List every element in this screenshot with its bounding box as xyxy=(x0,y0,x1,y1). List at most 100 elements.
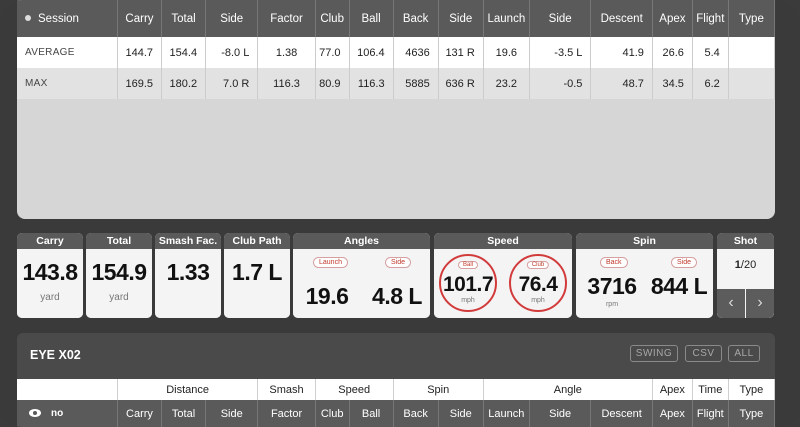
header-carry: Carry xyxy=(117,0,163,37)
ball-speed-ring: Ball 101.7 mph xyxy=(439,254,497,312)
back-pill: Back xyxy=(600,257,628,268)
header-club: Club xyxy=(315,0,350,37)
csv-button[interactable]: CSV xyxy=(685,345,722,362)
col-descent: Descent xyxy=(590,400,653,427)
group-header-row: Distance Smash Speed Spin Angle Apex Tim… xyxy=(17,379,775,400)
sub-header-row: no Carry Total Side Factor Club Ball Bac… xyxy=(17,400,775,427)
stats-row-average: AVERAGE 144.7 154.4 -8.0 L 1.38 77.0 106… xyxy=(17,37,775,68)
col-carry: Carry xyxy=(117,400,163,427)
shot-counter: 1/20 xyxy=(717,249,774,271)
table-cell: -3.5 L xyxy=(529,37,592,68)
launch-angle-value: 19.6 xyxy=(305,283,349,309)
table-cell: 77.0 xyxy=(315,37,350,68)
stats-row-max: MAX 169.5 180.2 7.0 R 116.3 80.9 116.3 5… xyxy=(17,68,775,99)
header-type: Type xyxy=(728,0,775,37)
row-label: AVERAGE xyxy=(17,37,118,68)
table-cell xyxy=(728,68,775,99)
col-launch: Launch xyxy=(483,400,530,427)
header-total: Total xyxy=(161,0,207,37)
side-spin-value: 844 L xyxy=(650,273,708,299)
col-angle-side: Side xyxy=(529,400,592,427)
card-carry: Carry 143.8 yard xyxy=(17,233,83,318)
group-smash: Smash xyxy=(257,379,316,400)
back-spin-unit: rpm xyxy=(605,301,619,308)
shots-table: Distance Smash Speed Spin Angle Apex Tim… xyxy=(17,379,775,427)
shot-total: /20 xyxy=(740,259,757,271)
table-cell: 169.5 xyxy=(117,68,163,99)
table-cell: 4636 xyxy=(393,37,439,68)
col-total: Total xyxy=(161,400,207,427)
club-speed-value: 76.4 xyxy=(518,273,558,296)
swing-button[interactable]: SWING xyxy=(630,345,678,362)
chevron-left-icon: ‹ xyxy=(728,294,734,311)
carry-value: 143.8 xyxy=(22,259,78,285)
header-spin-side: Side xyxy=(438,0,484,37)
card-spin: Spin Back Side 3716 rpm 844 L xyxy=(576,233,713,318)
group-type: Type xyxy=(728,379,775,400)
dot-icon xyxy=(25,15,31,22)
header-launch: Launch xyxy=(483,0,530,37)
col-ball: Ball xyxy=(349,400,394,427)
table-cell: 41.9 xyxy=(590,37,653,68)
header-factor: Factor xyxy=(257,0,316,37)
col-type: Type xyxy=(728,400,775,427)
group-apex: Apex xyxy=(652,379,693,400)
row-label: MAX xyxy=(17,68,118,99)
table-cell: 636 R xyxy=(438,68,484,99)
card-title: Carry xyxy=(17,233,83,249)
table-cell: 116.3 xyxy=(257,68,316,99)
back-spin-value: 3716 xyxy=(587,273,637,299)
table-cell: -0.5 xyxy=(529,68,592,99)
header-angle-side: Side xyxy=(529,0,592,37)
smash-value: 1.33 xyxy=(166,259,210,285)
card-title: Spin xyxy=(576,233,713,249)
chevron-right-icon: › xyxy=(757,294,763,311)
col-club: Club xyxy=(315,400,350,427)
side-pill: Side xyxy=(385,257,412,268)
card-angles: Angles Launch Side 19.6 4.8 L xyxy=(293,233,430,318)
ball-pill: Ball xyxy=(457,261,479,269)
header-session[interactable]: Session xyxy=(17,0,118,37)
header-descent: Descent xyxy=(590,0,653,37)
card-total: Total 154.9 yard xyxy=(86,233,152,318)
table-cell: 5885 xyxy=(393,68,439,99)
next-shot-button[interactable]: › xyxy=(746,289,774,318)
header-back: Back xyxy=(393,0,439,37)
table-cell: 26.6 xyxy=(652,37,693,68)
side-pill: Side xyxy=(671,257,698,268)
side-angle-value: 4.8 L xyxy=(372,283,422,309)
club-speed-unit: mph xyxy=(531,297,545,304)
table-cell: 19.6 xyxy=(483,37,530,68)
table-cell: 106.4 xyxy=(349,37,394,68)
device-panel: EYE X02 SWING CSV ALL Distance Smash Spe… xyxy=(17,333,775,427)
all-button[interactable]: ALL xyxy=(728,345,760,362)
col-flight: Flight xyxy=(692,400,729,427)
table-cell: 116.3 xyxy=(349,68,394,99)
card-title: Club Path xyxy=(224,233,290,249)
group-empty xyxy=(17,379,118,400)
table-cell: 131 R xyxy=(438,37,484,68)
card-smash-factor: Smash Fac. 1.33 xyxy=(155,233,221,318)
eye-icon xyxy=(29,409,41,418)
group-speed: Speed xyxy=(315,379,394,400)
table-cell: 23.2 xyxy=(483,68,530,99)
table-cell: 5.4 xyxy=(692,37,729,68)
card-title: Shot xyxy=(717,233,774,249)
carry-unit: yard xyxy=(40,292,60,303)
table-cell: 80.9 xyxy=(315,68,350,99)
session-stats-table: Session Carry Total Side Factor Club Bal… xyxy=(17,0,775,219)
header-ball: Ball xyxy=(349,0,394,37)
col-side: Side xyxy=(205,400,259,427)
ball-speed-value: 101.7 xyxy=(442,273,494,296)
table-cell: 1.38 xyxy=(257,37,316,68)
panel-title: EYE X02 xyxy=(30,348,81,362)
prev-shot-button[interactable]: ‹ xyxy=(717,289,745,318)
card-title: Speed xyxy=(434,233,572,249)
table-cell: 144.7 xyxy=(117,37,163,68)
club-pill: Club xyxy=(526,261,550,269)
total-unit: yard xyxy=(109,292,129,303)
app-frame: Session Carry Total Side Factor Club Bal… xyxy=(0,0,800,427)
ball-speed-unit: mph xyxy=(461,297,475,304)
visibility-toggle[interactable]: no xyxy=(17,400,118,427)
card-speed: Speed Ball 101.7 mph Club 76.4 mph xyxy=(434,233,572,318)
